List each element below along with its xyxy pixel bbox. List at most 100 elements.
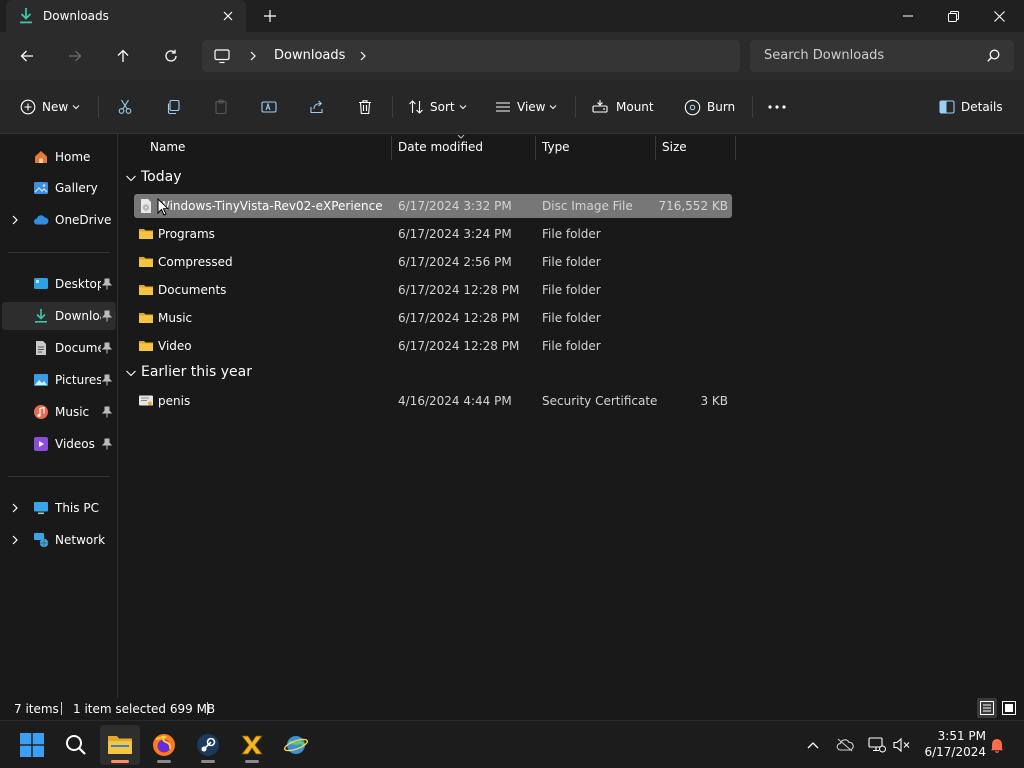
refresh-button[interactable] bbox=[157, 42, 185, 70]
tab-downloads[interactable]: Downloads bbox=[6, 0, 246, 32]
search-input[interactable]: Search Downloads bbox=[750, 40, 1014, 72]
rename-button[interactable] bbox=[261, 94, 277, 120]
pin-icon[interactable] bbox=[101, 310, 113, 325]
file-name: Music bbox=[158, 311, 193, 325]
column-resize-handle[interactable] bbox=[655, 136, 656, 160]
start-button[interactable] bbox=[12, 725, 52, 765]
new-label: New bbox=[42, 100, 69, 114]
show-hidden-icons-button[interactable] bbox=[803, 735, 823, 755]
chevron-right-icon[interactable] bbox=[248, 48, 258, 67]
document-icon bbox=[33, 340, 49, 356]
breadcrumb-downloads[interactable]: Downloads bbox=[274, 48, 345, 63]
share-button[interactable] bbox=[309, 94, 325, 120]
sidebar-item-desktop[interactable]: Desktop bbox=[2, 270, 116, 298]
item-count: 7 items bbox=[14, 702, 59, 716]
paste-button[interactable] bbox=[213, 94, 229, 120]
large-icons-view-button[interactable] bbox=[999, 698, 1019, 718]
restore-button[interactable] bbox=[930, 0, 976, 32]
table-row[interactable]: Documents 6/17/2024 12:28 PM File folder bbox=[134, 278, 732, 302]
pin-icon[interactable] bbox=[101, 438, 113, 453]
column-header-size[interactable]: Size bbox=[662, 140, 687, 154]
clock[interactable]: 3:51 PM 6/17/2024 bbox=[920, 728, 986, 760]
refresh-icon bbox=[165, 49, 177, 62]
sidebar-item-videos[interactable]: Videos bbox=[2, 430, 116, 458]
pin-icon[interactable] bbox=[101, 406, 113, 421]
sidebar-item-home[interactable]: Home bbox=[2, 143, 116, 171]
network-tray-icon[interactable] bbox=[867, 735, 887, 755]
taskbar-file-explorer[interactable] bbox=[100, 725, 140, 765]
mount-drive-icon bbox=[592, 100, 608, 113]
chevron-right-icon[interactable] bbox=[10, 213, 20, 230]
onedrive-tray-icon[interactable] bbox=[835, 735, 855, 755]
clock-time: 3:51 PM bbox=[937, 729, 986, 743]
chevron-right-icon[interactable] bbox=[10, 501, 20, 518]
divider bbox=[61, 702, 62, 715]
column-header-name[interactable]: Name bbox=[150, 140, 185, 154]
column-header-type[interactable]: Type bbox=[542, 140, 570, 154]
pin-icon[interactable] bbox=[101, 342, 113, 357]
more-options-button[interactable] bbox=[768, 94, 786, 120]
column-resize-handle[interactable] bbox=[735, 136, 736, 160]
mount-button[interactable]: Mount bbox=[592, 94, 654, 120]
table-row[interactable]: Music 6/17/2024 12:28 PM File folder bbox=[134, 306, 732, 330]
column-header-date-modified[interactable]: Date modified bbox=[398, 140, 483, 154]
forward-button[interactable] bbox=[61, 42, 89, 70]
copy-button[interactable] bbox=[165, 94, 181, 120]
folder-icon bbox=[108, 736, 132, 754]
sidebar-item-this-pc[interactable]: This PC bbox=[2, 494, 116, 522]
address-bar[interactable]: Downloads bbox=[202, 40, 740, 72]
selection-info: 1 item selected 699 MB bbox=[73, 702, 216, 716]
search-placeholder: Search Downloads bbox=[764, 48, 885, 63]
pin-icon[interactable] bbox=[101, 278, 113, 293]
sidebar-item-network[interactable]: Network bbox=[2, 526, 116, 554]
chevron-right-icon[interactable] bbox=[10, 533, 20, 550]
details-pane-button[interactable]: Details bbox=[939, 94, 1003, 120]
file-size: 716,552 KB bbox=[658, 199, 728, 213]
volume-muted-icon bbox=[893, 737, 910, 753]
steam-icon bbox=[197, 734, 219, 756]
sidebar-item-music[interactable]: Music bbox=[2, 398, 116, 426]
sort-button[interactable]: Sort bbox=[408, 94, 467, 120]
file-date: 6/17/2024 12:28 PM bbox=[398, 311, 520, 325]
close-window-button[interactable] bbox=[976, 0, 1022, 32]
sidebar-item-pictures[interactable]: Pictures bbox=[2, 366, 116, 394]
sidebar-item-gallery[interactable]: Gallery bbox=[2, 174, 116, 202]
taskbar-app-yellow[interactable] bbox=[232, 725, 272, 765]
burn-button[interactable]: Burn bbox=[684, 94, 735, 120]
divider bbox=[752, 96, 753, 118]
chevron-down-icon bbox=[126, 370, 136, 377]
notifications-button[interactable] bbox=[987, 735, 1007, 755]
view-button[interactable]: View bbox=[495, 94, 557, 120]
rename-icon bbox=[261, 101, 277, 113]
cut-button[interactable] bbox=[117, 94, 133, 120]
close-tab-button[interactable] bbox=[218, 6, 238, 26]
delete-button[interactable] bbox=[357, 94, 373, 120]
file-type: File folder bbox=[542, 339, 601, 353]
table-row[interactable]: Video 6/17/2024 12:28 PM File folder bbox=[134, 334, 732, 358]
up-button[interactable] bbox=[109, 42, 137, 70]
taskbar-firefox[interactable] bbox=[144, 725, 184, 765]
minimize-button[interactable] bbox=[885, 0, 931, 32]
pin-icon[interactable] bbox=[101, 374, 113, 389]
search-button[interactable] bbox=[56, 725, 96, 765]
table-row[interactable]: penis 4/16/2024 4:44 PM Security Certifi… bbox=[134, 389, 732, 413]
table-row[interactable]: Compressed 6/17/2024 2:56 PM File folder bbox=[134, 250, 732, 274]
new-tab-button[interactable] bbox=[258, 6, 282, 26]
table-row[interactable]: Programs 6/17/2024 3:24 PM File folder bbox=[134, 222, 732, 246]
arrow-right-icon bbox=[69, 50, 82, 62]
app-icon bbox=[241, 735, 263, 755]
taskbar-steam[interactable] bbox=[188, 725, 228, 765]
chevron-right-icon[interactable] bbox=[358, 48, 368, 67]
large-icons-view-icon bbox=[1002, 701, 1016, 715]
table-row[interactable]: Windows-TinyVista-Rev02-eXPerience 6/17/… bbox=[134, 194, 732, 218]
sidebar-item-onedrive[interactable]: OneDrive bbox=[2, 206, 116, 234]
column-resize-handle[interactable] bbox=[535, 136, 536, 160]
back-button[interactable] bbox=[13, 42, 41, 70]
sidebar-item-documents[interactable]: Documents bbox=[2, 334, 116, 362]
new-button[interactable]: New bbox=[20, 94, 80, 120]
details-view-button[interactable] bbox=[977, 698, 997, 718]
sidebar-item-downloads[interactable]: Downloads bbox=[2, 302, 116, 330]
volume-tray-icon[interactable] bbox=[892, 735, 912, 755]
column-resize-handle[interactable] bbox=[391, 136, 392, 160]
taskbar-app-globe[interactable] bbox=[276, 725, 316, 765]
